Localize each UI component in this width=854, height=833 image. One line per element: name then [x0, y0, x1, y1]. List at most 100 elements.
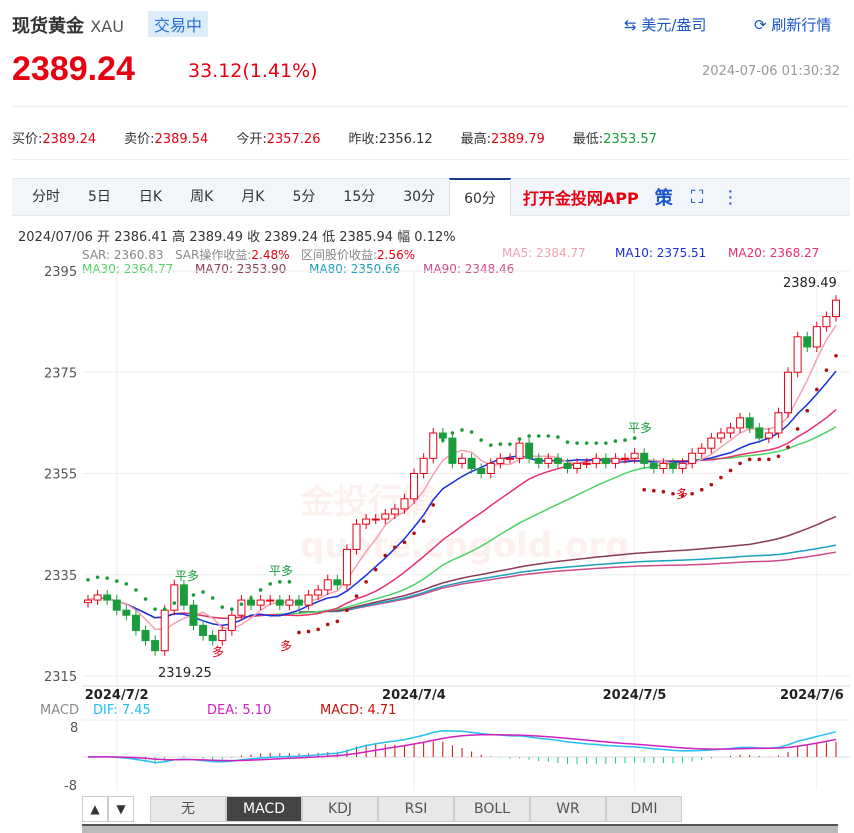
- candle: [486, 462, 495, 474]
- candle: [342, 548, 351, 586]
- duo-label: 多: [212, 645, 224, 659]
- indicator-tab-dmi[interactable]: DMI: [606, 796, 682, 822]
- candle: [199, 624, 208, 636]
- candle: [160, 609, 169, 652]
- sar-dot: [527, 434, 531, 438]
- sar-dot: [805, 408, 810, 413]
- sar-dot: [728, 468, 733, 473]
- ping-duo-label: 平多: [175, 569, 199, 583]
- y-tick-label: 2315: [44, 670, 77, 685]
- candle: [764, 432, 773, 439]
- sar-dot: [623, 438, 627, 442]
- sar-dot: [114, 579, 119, 583]
- sar-dot: [508, 442, 512, 446]
- sar-dot: [373, 567, 378, 572]
- candle: [294, 599, 303, 606]
- sar-dot: [671, 491, 675, 496]
- sar-dot: [402, 540, 407, 545]
- ma20-line: [87, 409, 837, 620]
- sar-dot: [719, 475, 723, 480]
- candle: [774, 412, 783, 434]
- sar-dot: [287, 580, 292, 584]
- indicator-tab-boll[interactable]: BOLL: [454, 796, 530, 822]
- scroll-up-button[interactable]: ▲: [82, 796, 108, 822]
- candle: [419, 457, 428, 474]
- sar-dot: [834, 354, 838, 358]
- sar-dot: [277, 580, 282, 584]
- sar-dot: [383, 553, 388, 558]
- sar-dot: [536, 434, 541, 438]
- candle: [314, 589, 323, 596]
- candle: [582, 462, 591, 465]
- sar-dot: [757, 457, 762, 462]
- x-tick-label: 2024/7/6: [780, 688, 844, 703]
- sar-dot: [651, 488, 656, 493]
- indicator-tab-macd[interactable]: MACD: [226, 796, 302, 822]
- sar-dot: [86, 578, 90, 582]
- sar-dot: [450, 431, 455, 435]
- candle: [227, 614, 236, 631]
- sar-dot: [258, 588, 263, 592]
- indicator-tab-rsi[interactable]: RSI: [378, 796, 454, 822]
- indicator-tab-kdj[interactable]: KDJ: [302, 796, 378, 822]
- sar-dot: [124, 582, 129, 586]
- duo-label: 多: [280, 639, 292, 653]
- x-tick-label: 2024/7/4: [382, 688, 446, 703]
- sar-dot: [393, 545, 397, 550]
- macd-label: MACD: [40, 703, 79, 718]
- sar-dot: [565, 440, 570, 444]
- sar-dot: [517, 437, 522, 441]
- sar-dot: [584, 441, 589, 445]
- indicator-tab-wr[interactable]: WR: [530, 796, 606, 822]
- sar-dot: [354, 594, 359, 598]
- candle: [93, 594, 102, 601]
- candle: [592, 457, 601, 464]
- sar-dot: [575, 441, 579, 445]
- sar-dot: [143, 597, 148, 601]
- scroll-down-button[interactable]: ▼: [108, 796, 134, 822]
- sar-dot: [747, 457, 752, 462]
- sar-dot: [441, 438, 445, 442]
- candle: [400, 498, 409, 510]
- sar-dot: [604, 441, 608, 445]
- candle: [275, 599, 284, 606]
- candle: [553, 457, 562, 464]
- candle: [793, 336, 802, 373]
- candle: [151, 640, 160, 652]
- candle: [697, 447, 706, 454]
- y-tick-label: 2335: [44, 569, 77, 584]
- indicator-tab-无[interactable]: 无: [150, 796, 226, 822]
- sar-dot: [786, 445, 790, 449]
- candle: [515, 442, 524, 459]
- sar-dot: [325, 622, 330, 627]
- candle: [390, 508, 399, 515]
- sar-dot: [162, 607, 167, 611]
- dea-value: DEA: 5.10: [207, 703, 272, 718]
- candle: [333, 579, 342, 586]
- candle: [611, 457, 620, 464]
- sar-dot: [431, 503, 436, 507]
- candle: [256, 599, 265, 606]
- sar-dot: [556, 435, 560, 439]
- y-tick-label: 2395: [44, 265, 77, 280]
- candle: [179, 584, 188, 606]
- sar-dot: [460, 428, 464, 432]
- macd-value: MACD: 4.71: [320, 703, 397, 718]
- sar-dot: [182, 596, 186, 600]
- sar-dot: [642, 487, 647, 492]
- ping-duo-label: 平多: [269, 564, 293, 578]
- sar-dot: [479, 438, 483, 442]
- candle: [496, 457, 505, 464]
- sar-dot: [364, 580, 368, 584]
- candle: [438, 432, 447, 439]
- candle: [141, 629, 150, 642]
- macd-y-top: 8: [70, 721, 78, 736]
- sar-dot: [412, 531, 416, 536]
- sar-dot: [738, 461, 742, 466]
- sar-dot: [632, 436, 637, 440]
- range-navigator[interactable]: [82, 824, 838, 833]
- candle: [659, 462, 668, 469]
- candle: [247, 599, 256, 606]
- sar-dot: [335, 619, 340, 624]
- candle: [822, 316, 831, 328]
